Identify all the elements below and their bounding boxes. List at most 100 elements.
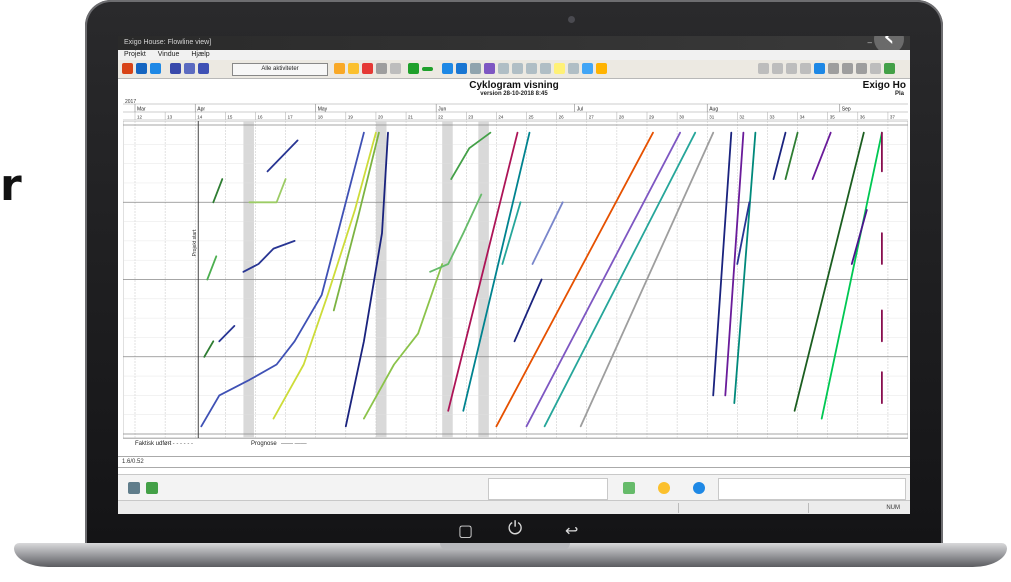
tool-pen-icon[interactable] bbox=[498, 63, 509, 74]
week-label: 16 bbox=[257, 115, 263, 120]
month-label: Apr bbox=[197, 107, 205, 113]
edit-note-icon[interactable] bbox=[623, 482, 635, 494]
minimize-button[interactable]: – bbox=[868, 36, 872, 50]
tool-flag-icon[interactable] bbox=[362, 63, 373, 74]
tool-folder-icon[interactable] bbox=[596, 63, 607, 74]
week-label: 31 bbox=[709, 115, 715, 120]
menu-item-projekt[interactable]: Projekt bbox=[124, 51, 146, 58]
add-icon[interactable] bbox=[408, 63, 419, 74]
month-label: Sep bbox=[842, 107, 851, 113]
menu-bar: Projekt Vindue Hjælp bbox=[118, 50, 910, 60]
num-lock-indicator: NUM bbox=[886, 505, 900, 511]
tool-link-icon[interactable] bbox=[512, 63, 523, 74]
week-label: 20 bbox=[378, 115, 384, 120]
tool-group-icon[interactable] bbox=[170, 63, 181, 74]
tool-chart-icon[interactable] bbox=[484, 63, 495, 74]
bottom-input-right[interactable] bbox=[718, 478, 906, 500]
tool-pencil-icon[interactable] bbox=[870, 63, 881, 74]
tool-pointer-icon[interactable] bbox=[470, 63, 481, 74]
menu-item-vindue[interactable]: Vindue bbox=[158, 51, 180, 58]
week-label: 34 bbox=[800, 115, 806, 120]
globe-icon[interactable] bbox=[693, 482, 705, 494]
week-label: 26 bbox=[559, 115, 565, 120]
bottom-panel bbox=[118, 474, 910, 501]
tool-cut-icon[interactable] bbox=[122, 63, 133, 74]
week-label: 28 bbox=[619, 115, 625, 120]
tool-brush-icon[interactable] bbox=[772, 63, 783, 74]
legend-actual-line: - - - - - - - bbox=[169, 441, 193, 447]
status-line-value: 1.6/0.52 bbox=[122, 459, 144, 465]
week-label: 25 bbox=[529, 115, 535, 120]
tool-export-icon[interactable] bbox=[842, 63, 853, 74]
timeline-year: 2017 bbox=[125, 99, 136, 105]
tool-copy-icon[interactable] bbox=[150, 63, 161, 74]
all-activities-button[interactable]: Alle aktiviteter bbox=[232, 63, 328, 76]
recent-apps-icon[interactable]: ▢ bbox=[458, 521, 473, 540]
tool-print-icon[interactable] bbox=[828, 63, 839, 74]
webcam-dot bbox=[568, 16, 575, 23]
week-label: 33 bbox=[769, 115, 775, 120]
tool-table-icon[interactable] bbox=[456, 63, 467, 74]
week-label: 23 bbox=[468, 115, 474, 120]
tool-edit-icon[interactable] bbox=[136, 63, 147, 74]
week-label: 29 bbox=[649, 115, 655, 120]
tool-ok-icon[interactable] bbox=[884, 63, 895, 74]
remove-icon[interactable] bbox=[422, 67, 433, 71]
tool-box-icon[interactable] bbox=[540, 63, 551, 74]
month-label: May bbox=[318, 107, 328, 113]
week-label: 18 bbox=[318, 115, 324, 120]
week-label: 15 bbox=[227, 115, 233, 120]
menu-item-hjaelp[interactable]: Hjælp bbox=[191, 51, 209, 58]
bottom-input-left[interactable] bbox=[488, 478, 608, 500]
timeline-header: 2017Mar Apr May Jun Jul Aug Sep 12 13 14 15 16 17 18 1… bbox=[123, 99, 908, 121]
tool-people-icon[interactable] bbox=[198, 63, 209, 74]
week-label: 12 bbox=[137, 115, 143, 120]
legend-forecast: Prognose bbox=[251, 441, 277, 447]
week-label: 19 bbox=[348, 115, 354, 120]
week-label: 21 bbox=[408, 115, 414, 120]
tool-camera-icon[interactable] bbox=[758, 63, 769, 74]
week-label: 27 bbox=[589, 115, 595, 120]
week-label: 35 bbox=[830, 115, 836, 120]
tool-person-icon[interactable] bbox=[334, 63, 345, 74]
legend-forecast-line: —— —— bbox=[281, 441, 307, 447]
status-cell-2 bbox=[808, 503, 809, 513]
legend-actual: Faktisk udført bbox=[135, 441, 172, 447]
chart-legend: Faktisk udført - - - - - - - Prognose ——… bbox=[123, 438, 908, 451]
tool-search-icon[interactable] bbox=[376, 63, 387, 74]
tool-stamp-icon[interactable] bbox=[800, 63, 811, 74]
app-screen: Exigo House: Flowline view] – ‹ Projekt … bbox=[118, 36, 910, 514]
week-label: 22 bbox=[438, 115, 444, 120]
tool-list-icon[interactable] bbox=[568, 63, 579, 74]
month-label: Jul bbox=[577, 107, 583, 113]
tool-view-icon[interactable] bbox=[814, 63, 825, 74]
project-start-label: Projekt start bbox=[192, 229, 198, 256]
chart-title: Cyklogram visning bbox=[469, 80, 559, 91]
tool-person2-icon[interactable] bbox=[348, 63, 359, 74]
tool-settings-icon[interactable] bbox=[856, 63, 867, 74]
tool-calendar-icon[interactable] bbox=[582, 63, 593, 74]
window-titlebar: Exigo House: Flowline view] – bbox=[118, 36, 910, 50]
tool-zoom-icon[interactable] bbox=[390, 63, 401, 74]
month-label: Jun bbox=[438, 107, 446, 113]
week-label: 14 bbox=[197, 115, 203, 120]
compass-icon[interactable] bbox=[658, 482, 670, 494]
status-cell-1 bbox=[678, 503, 679, 513]
week-label: 24 bbox=[498, 115, 504, 120]
bottom-tool-icon[interactable] bbox=[128, 482, 140, 494]
tool-note-icon[interactable] bbox=[554, 63, 565, 74]
back-arrow-icon[interactable]: ↩ bbox=[565, 521, 578, 540]
side-text-fragment: r bbox=[0, 160, 22, 211]
week-label: 30 bbox=[679, 115, 685, 120]
tool-users-icon[interactable] bbox=[184, 63, 195, 74]
week-label: 32 bbox=[739, 115, 745, 120]
week-label: 36 bbox=[860, 115, 866, 120]
tool-grid-icon[interactable] bbox=[442, 63, 453, 74]
power-icon[interactable]: ⏻ bbox=[508, 518, 522, 539]
flowline-chart: Projekt start bbox=[123, 121, 908, 438]
tool-doc-icon[interactable] bbox=[786, 63, 797, 74]
bottom-chart-icon[interactable] bbox=[146, 482, 158, 494]
tool-clock-icon[interactable] bbox=[526, 63, 537, 74]
toolbar: Alle aktiviteter bbox=[118, 60, 910, 79]
week-label: 17 bbox=[288, 115, 294, 120]
